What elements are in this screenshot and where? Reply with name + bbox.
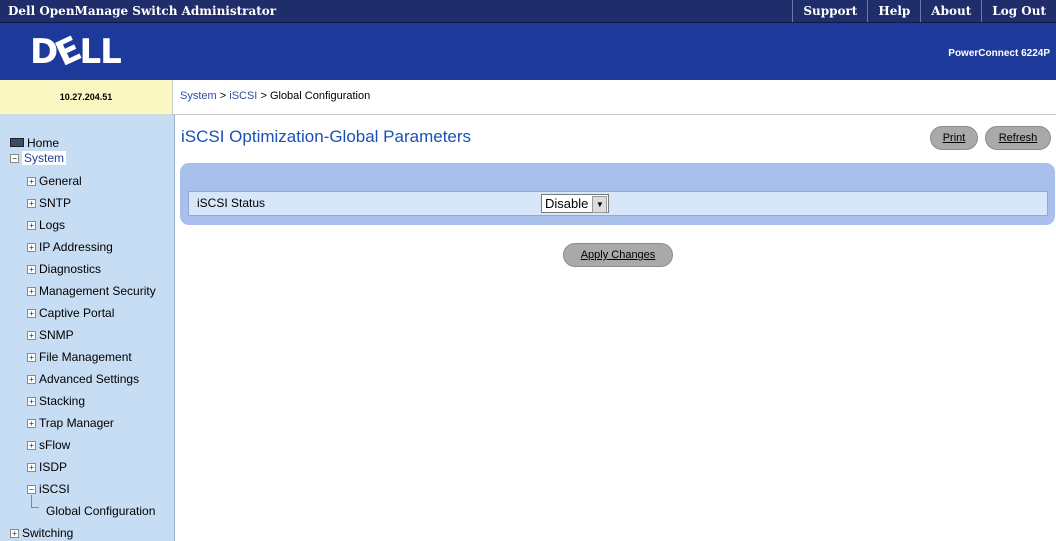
breadcrumb-iscsi[interactable]: iSCSI — [229, 90, 257, 102]
expand-icon[interactable]: + — [27, 331, 36, 340]
breadcrumb-system[interactable]: System — [180, 90, 217, 102]
sidebar-item-advanced-settings[interactable]: + Advanced Settings — [27, 372, 139, 386]
device-ip: 10.27.204.51 — [0, 80, 173, 115]
expand-icon[interactable]: + — [27, 419, 36, 428]
iscsi-status-value: Disable — [545, 196, 589, 211]
tree-connector — [31, 495, 39, 508]
sidebar-item-label: Advanced Settings — [39, 372, 140, 386]
sidebar-item-sflow[interactable]: + sFlow — [27, 438, 70, 452]
expand-icon[interactable]: + — [27, 177, 36, 186]
expand-icon[interactable]: + — [27, 375, 36, 384]
sidebar-item-label: IP Addressing — [39, 240, 113, 254]
expand-icon[interactable]: + — [27, 199, 36, 208]
help-link[interactable]: Help — [867, 0, 920, 22]
sidebar-item-label: Trap Manager — [39, 416, 114, 430]
about-link[interactable]: About — [920, 0, 981, 22]
sidebar-item-trap-manager[interactable]: + Trap Manager — [27, 416, 114, 430]
support-link[interactable]: Support — [792, 0, 867, 22]
sidebar-item-iscsi[interactable]: − iSCSI — [27, 482, 70, 496]
sidebar-item-diagnostics[interactable]: + Diagnostics — [27, 262, 101, 276]
host-icon — [10, 138, 24, 147]
expand-icon[interactable]: + — [27, 353, 36, 362]
iscsi-status-select[interactable]: Disable ▼ — [541, 194, 610, 213]
sidebar-item-label: Home — [27, 136, 60, 150]
iscsi-status-label: iSCSI Status — [197, 196, 266, 210]
expand-icon[interactable]: + — [27, 243, 36, 252]
breadcrumb-current: Global Configuration — [269, 90, 371, 102]
sidebar-item-switching[interactable]: + Switching — [10, 526, 73, 540]
collapse-icon[interactable]: − — [27, 485, 36, 494]
model-name: PowerConnect 6224P — [948, 48, 1050, 59]
expand-icon[interactable]: + — [27, 309, 36, 318]
breadcrumb: System > iSCSI > Global Configuration — [180, 90, 370, 102]
refresh-button[interactable]: Refresh — [985, 126, 1051, 150]
sidebar-item-label: iSCSI — [39, 482, 70, 496]
expand-icon[interactable]: + — [27, 265, 36, 274]
sidebar-item-label: sFlow — [39, 438, 71, 452]
app-title: Dell OpenManage Switch Administrator — [8, 4, 277, 18]
sidebar-item-label: System — [22, 151, 67, 165]
expand-icon[interactable]: + — [10, 529, 19, 538]
expand-icon[interactable]: + — [27, 397, 36, 406]
sidebar-item-label: ISDP — [39, 460, 68, 474]
divider — [172, 114, 1056, 115]
apply-changes-button[interactable]: Apply Changes — [563, 243, 673, 267]
sidebar-item-global-configuration[interactable]: Global Configuration — [46, 504, 155, 518]
sidebar-item-label: Diagnostics — [39, 262, 102, 276]
expand-icon[interactable]: + — [27, 221, 36, 230]
print-button[interactable]: Print — [930, 126, 978, 150]
top-bar: Dell OpenManage Switch Administrator Sup… — [0, 0, 1056, 23]
expand-icon[interactable]: + — [27, 441, 36, 450]
sidebar-item-system[interactable]: − System — [10, 151, 67, 165]
sidebar-item-label: File Management — [39, 350, 132, 364]
sidebar-item-label: General — [39, 174, 82, 188]
sidebar-item-captive-portal[interactable]: + Captive Portal — [27, 306, 114, 320]
collapse-icon[interactable]: − — [10, 154, 19, 163]
sidebar-item-label: Switching — [22, 526, 74, 540]
breadcrumb-separator: > — [260, 90, 267, 102]
sidebar-item-sntp[interactable]: + SNTP — [27, 196, 71, 210]
breadcrumb-separator: > — [219, 90, 227, 102]
expand-icon[interactable]: + — [27, 287, 36, 296]
top-links: Support Help About Log Out — [792, 0, 1056, 22]
expand-icon[interactable]: + — [27, 463, 36, 472]
sidebar-item-label: SNMP — [39, 328, 74, 342]
sidebar-item-label: Captive Portal — [39, 306, 115, 320]
sidebar-item-stacking[interactable]: + Stacking — [27, 394, 85, 408]
sidebar-item-management-security[interactable]: + Management Security — [27, 284, 156, 298]
page-title: iSCSI Optimization-Global Parameters — [181, 127, 472, 146]
sidebar-item-snmp[interactable]: + SNMP — [27, 328, 74, 342]
sidebar-item-isdp[interactable]: + ISDP — [27, 460, 67, 474]
sidebar-item-label: Stacking — [39, 394, 86, 408]
sidebar-item-home[interactable]: Home — [10, 136, 59, 150]
sidebar-item-logs[interactable]: + Logs — [27, 218, 65, 232]
sidebar-item-ip-addressing[interactable]: + IP Addressing — [27, 240, 113, 254]
sidebar-item-label: Management Security — [39, 284, 156, 298]
sidebar-item-label: Logs — [39, 218, 66, 232]
log-out-link[interactable]: Log Out — [981, 0, 1056, 22]
sidebar-item-general[interactable]: + General — [27, 174, 82, 188]
sidebar-item-label: SNTP — [39, 196, 72, 210]
banner: DELL PowerConnect 6224P — [0, 23, 1056, 80]
sidebar: Home − System + General + SNTP + Logs + IP Ad… — [0, 115, 175, 541]
dell-logo: DELL — [30, 29, 122, 75]
chevron-down-icon[interactable]: ▼ — [592, 196, 608, 213]
sidebar-item-file-management[interactable]: + File Management — [27, 350, 132, 364]
iscsi-status-row: iSCSI Status Disable ▼ — [188, 191, 1048, 216]
